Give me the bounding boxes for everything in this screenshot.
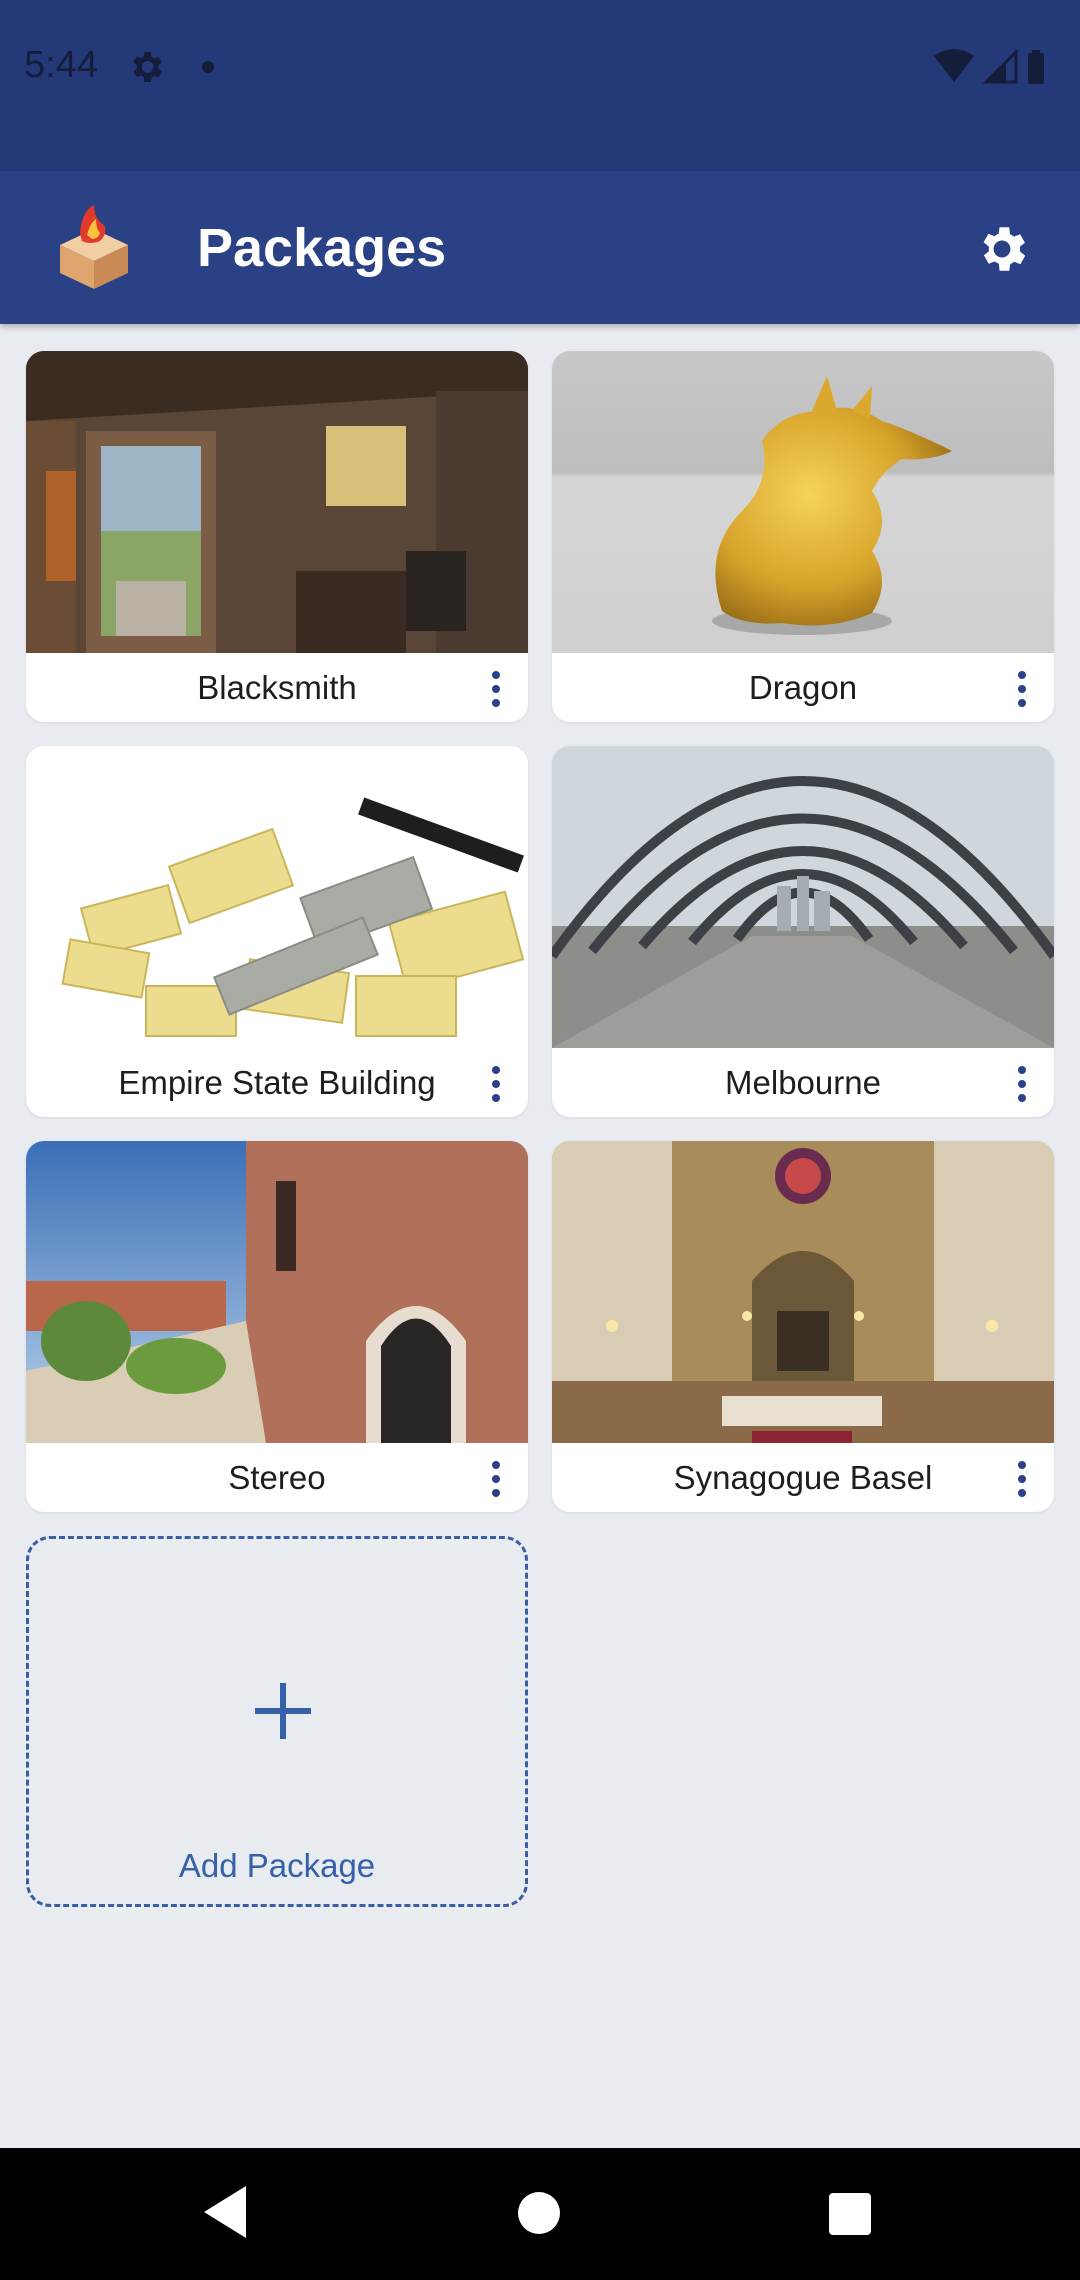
battery-icon xyxy=(1028,50,1044,84)
package-card-melbourne[interactable]: Melbourne xyxy=(552,746,1054,1117)
system-nav-bar xyxy=(0,2148,1080,2280)
package-name: Blacksmith xyxy=(197,668,357,706)
status-icons xyxy=(934,48,1044,84)
dot-icon xyxy=(202,61,214,73)
add-package-button[interactable]: Add Package xyxy=(26,1536,528,1907)
app-bar: Packages xyxy=(0,171,1080,324)
more-vert-icon[interactable] xyxy=(1002,667,1042,711)
page-title: Packages xyxy=(197,218,447,278)
more-vert-icon[interactable] xyxy=(476,667,516,711)
package-box-logo xyxy=(60,205,128,289)
package-grid: Blacksmith Dragon Empire State Building … xyxy=(26,351,1054,1907)
package-thumbnail xyxy=(26,746,528,1048)
package-card-synagogue-basel[interactable]: Synagogue Basel xyxy=(552,1141,1054,1512)
package-thumbnail xyxy=(26,351,528,653)
more-vert-icon[interactable] xyxy=(1002,1062,1042,1106)
package-card-empire-state-building[interactable]: Empire State Building xyxy=(26,746,528,1117)
package-card-stereo[interactable]: Stereo xyxy=(26,1141,528,1512)
back-icon[interactable] xyxy=(200,2184,250,2240)
package-name: Empire State Building xyxy=(118,1063,436,1101)
more-vert-icon[interactable] xyxy=(476,1062,516,1106)
package-name: Dragon xyxy=(748,668,858,706)
gear-icon xyxy=(983,227,1026,271)
plus-icon xyxy=(255,1683,311,1739)
package-thumbnail xyxy=(26,1141,528,1443)
add-package-label: Add Package xyxy=(178,1847,376,1884)
package-name: Melbourne xyxy=(725,1063,881,1101)
package-card-blacksmith[interactable]: Blacksmith xyxy=(26,351,528,722)
settings-button[interactable] xyxy=(970,217,1034,281)
gear-icon xyxy=(133,52,162,82)
more-vert-icon[interactable] xyxy=(476,1457,516,1501)
package-thumbnail xyxy=(552,351,1054,653)
package-name: Stereo xyxy=(228,1458,326,1496)
signal-icon xyxy=(982,48,1018,84)
home-icon[interactable] xyxy=(518,2192,560,2234)
recents-icon[interactable] xyxy=(829,2193,871,2235)
package-thumbnail xyxy=(552,746,1054,1048)
more-vert-icon[interactable] xyxy=(1002,1457,1042,1501)
status-time: 5:44 xyxy=(24,44,98,86)
package-name: Synagogue Basel xyxy=(673,1458,933,1496)
package-thumbnail xyxy=(552,1141,1054,1443)
package-card-dragon[interactable]: Dragon xyxy=(552,351,1054,722)
wifi-icon xyxy=(934,49,974,82)
status-bar: 5:44 xyxy=(0,0,1080,171)
